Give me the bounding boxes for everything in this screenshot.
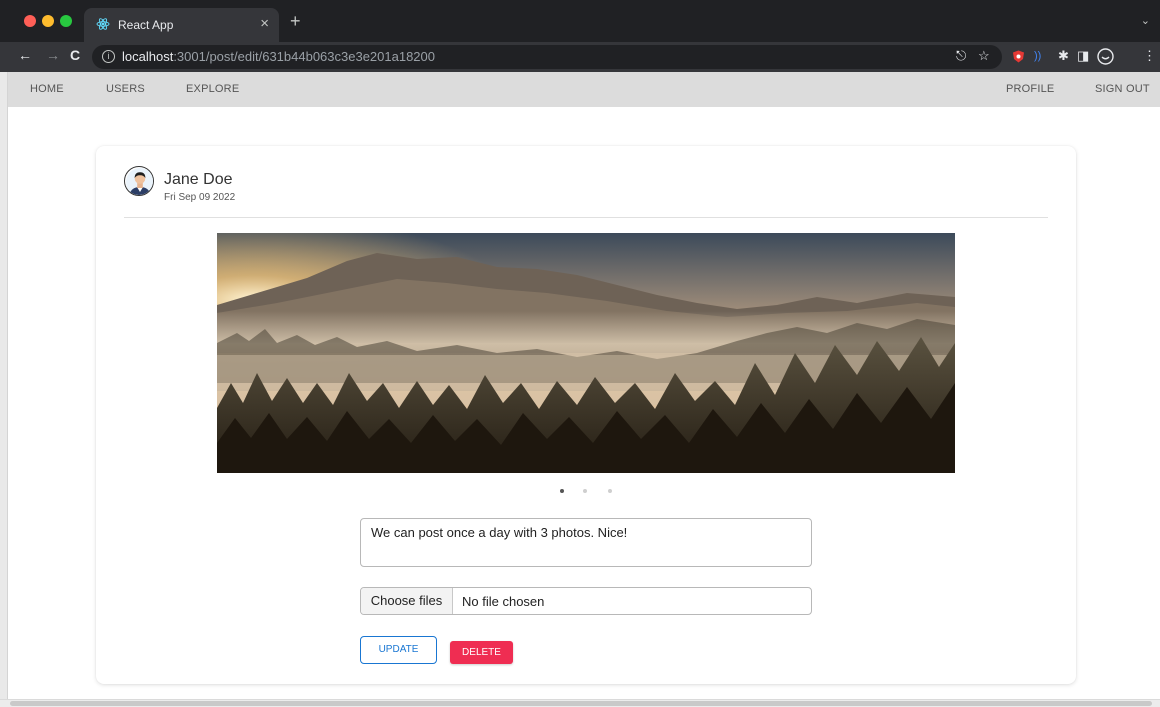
extensions-puzzle-icon[interactable]: ✱: [1058, 48, 1069, 64]
extension-shield-icon[interactable]: [1012, 50, 1025, 63]
address-bar[interactable]: i localhost:3001/post/edit/631b44b063c3e…: [92, 45, 1002, 69]
tab-title: React App: [118, 18, 174, 32]
side-panel-icon[interactable]: ◨: [1077, 48, 1089, 64]
back-arrow-icon[interactable]: ←: [18, 47, 32, 63]
extension-sound-icon[interactable]: )): [1034, 50, 1041, 62]
reload-icon[interactable]: C: [70, 47, 80, 63]
share-icon[interactable]: ⎋: [956, 48, 966, 64]
react-icon: [96, 18, 110, 30]
tab-close-icon[interactable]: ×: [260, 15, 269, 32]
nav-home[interactable]: HOME: [30, 83, 64, 95]
url-text: localhost:3001/post/edit/631b44b063c3e3e…: [122, 49, 436, 64]
more-menu-icon[interactable]: ⋮: [1143, 48, 1156, 64]
horizontal-scrollbar[interactable]: [0, 699, 1160, 707]
post-photo[interactable]: [217, 233, 955, 473]
update-button[interactable]: UPDATE: [360, 636, 437, 664]
browser-tab[interactable]: React App ×: [84, 8, 279, 42]
caption-textarea[interactable]: We can post once a day with 3 photos. Ni…: [360, 518, 812, 567]
bookmark-star-icon[interactable]: ☆: [978, 48, 990, 64]
browser-tab-bar: React App × + ⌄: [0, 0, 1160, 42]
nav-sign-out[interactable]: SIGN OUT: [1095, 83, 1150, 95]
carousel-dot-3[interactable]: [608, 489, 612, 493]
chevron-down-icon[interactable]: ⌄: [1141, 14, 1150, 27]
carousel-dot-2[interactable]: [583, 489, 587, 493]
avatar: [124, 166, 154, 196]
minimize-window-button[interactable]: [42, 15, 54, 27]
scrollbar-thumb[interactable]: [10, 701, 1152, 706]
maximize-window-button[interactable]: [60, 15, 72, 27]
choose-files-button[interactable]: Choose files: [361, 588, 453, 614]
post-card: Jane Doe Fri Sep 09 2022 We can post onc…: [96, 146, 1076, 684]
post-date: Fri Sep 09 2022: [164, 192, 236, 203]
nav-explore[interactable]: EXPLORE: [186, 83, 239, 95]
forward-arrow-icon[interactable]: →: [46, 47, 60, 63]
file-input[interactable]: Choose files No file chosen: [360, 587, 812, 615]
file-status-text: No file chosen: [462, 594, 545, 609]
info-icon[interactable]: i: [102, 50, 115, 63]
page-edge: [0, 72, 8, 707]
new-tab-button[interactable]: +: [290, 12, 301, 30]
profile-avatar-icon[interactable]: [1097, 48, 1114, 65]
nav-profile[interactable]: PROFILE: [1006, 83, 1054, 95]
carousel-dot-1[interactable]: [560, 489, 564, 493]
author-name[interactable]: Jane Doe: [164, 171, 233, 189]
close-window-button[interactable]: [24, 15, 36, 27]
divider: [124, 217, 1048, 218]
nav-users[interactable]: USERS: [106, 83, 145, 95]
delete-button[interactable]: DELETE: [450, 641, 513, 664]
top-nav: HOME USERS EXPLORE PROFILE SIGN OUT: [8, 72, 1160, 107]
landscape-photo-image: [217, 233, 955, 473]
user-avatar-icon: [126, 168, 153, 195]
browser-toolbar: ← → C i localhost:3001/post/edit/631b44b…: [0, 42, 1160, 72]
